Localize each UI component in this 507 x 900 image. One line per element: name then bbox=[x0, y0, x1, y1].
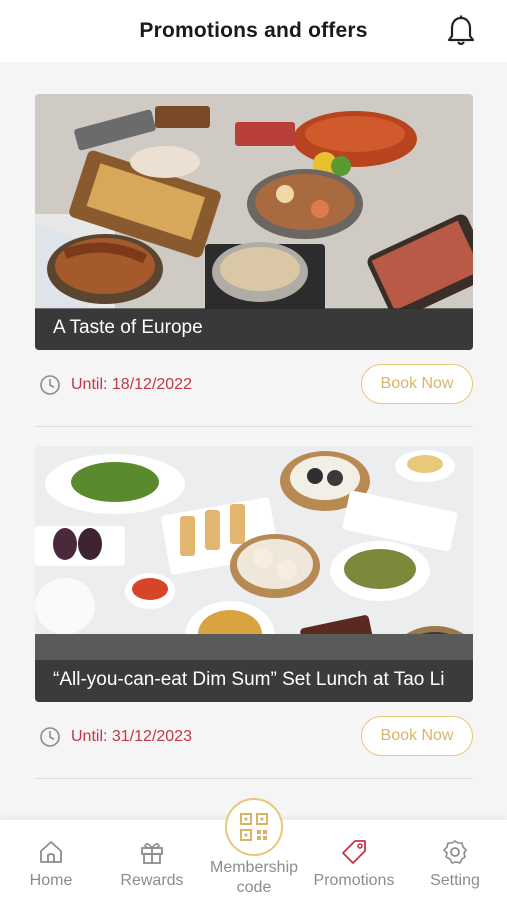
promotion-title: A Taste of Europe bbox=[35, 308, 473, 350]
tab-label: Promotions bbox=[313, 872, 395, 889]
validity-date: Until: 31/12/2023 bbox=[71, 728, 192, 745]
validity-date: Until: 18/12/2022 bbox=[71, 376, 192, 393]
tab-label: Setting bbox=[430, 872, 480, 889]
bell-icon[interactable] bbox=[445, 14, 477, 48]
promotion-card[interactable]: “All-you-can-eat Dim Sum” Set Lunch at T… bbox=[35, 446, 473, 779]
promotion-meta: Until: 31/12/2023 Book Now bbox=[35, 702, 473, 772]
tab-rewards[interactable]: Rewards bbox=[107, 838, 197, 890]
tab-setting[interactable]: Setting bbox=[410, 838, 500, 890]
app-header: Promotions and offers bbox=[0, 0, 507, 62]
validity-info: Until: 31/12/2023 bbox=[39, 726, 192, 748]
promotion-card[interactable]: A Taste of Europe Until: 18/12/2022 Book… bbox=[35, 94, 473, 427]
clock-icon bbox=[40, 727, 60, 747]
promotion-image-dim-sum[interactable]: “All-you-can-eat Dim Sum” Set Lunch at T… bbox=[35, 446, 473, 702]
qr-code-icon bbox=[240, 813, 268, 841]
gift-icon bbox=[141, 843, 163, 864]
validity-info: Until: 18/12/2022 bbox=[39, 374, 192, 396]
book-now-button[interactable]: Book Now bbox=[361, 364, 473, 404]
home-icon bbox=[40, 841, 62, 863]
page-title: Promotions and offers bbox=[139, 19, 368, 42]
divider bbox=[35, 426, 473, 427]
tab-label: Home bbox=[29, 872, 73, 889]
tab-membership-code[interactable] bbox=[225, 798, 283, 856]
book-now-button[interactable]: Book Now bbox=[361, 716, 473, 756]
tab-promotions[interactable]: Promotions bbox=[309, 838, 399, 890]
tag-icon bbox=[342, 840, 366, 864]
gear-icon bbox=[443, 840, 467, 864]
promotion-image-europe[interactable]: A Taste of Europe bbox=[35, 94, 473, 350]
tab-label: Rewards bbox=[120, 872, 184, 889]
tab-home[interactable]: Home bbox=[6, 838, 96, 890]
promotion-meta: Until: 18/12/2022 Book Now bbox=[35, 350, 473, 420]
promotion-title: “All-you-can-eat Dim Sum” Set Lunch at T… bbox=[35, 660, 473, 702]
divider bbox=[35, 778, 473, 779]
tab-label[interactable]: Membership code bbox=[193, 858, 315, 898]
promotions-list[interactable]: A Taste of Europe Until: 18/12/2022 Book… bbox=[0, 62, 507, 820]
clock-icon bbox=[40, 375, 60, 395]
bottom-tab-bar: Home Rewards Membership code Promotions … bbox=[0, 798, 507, 900]
